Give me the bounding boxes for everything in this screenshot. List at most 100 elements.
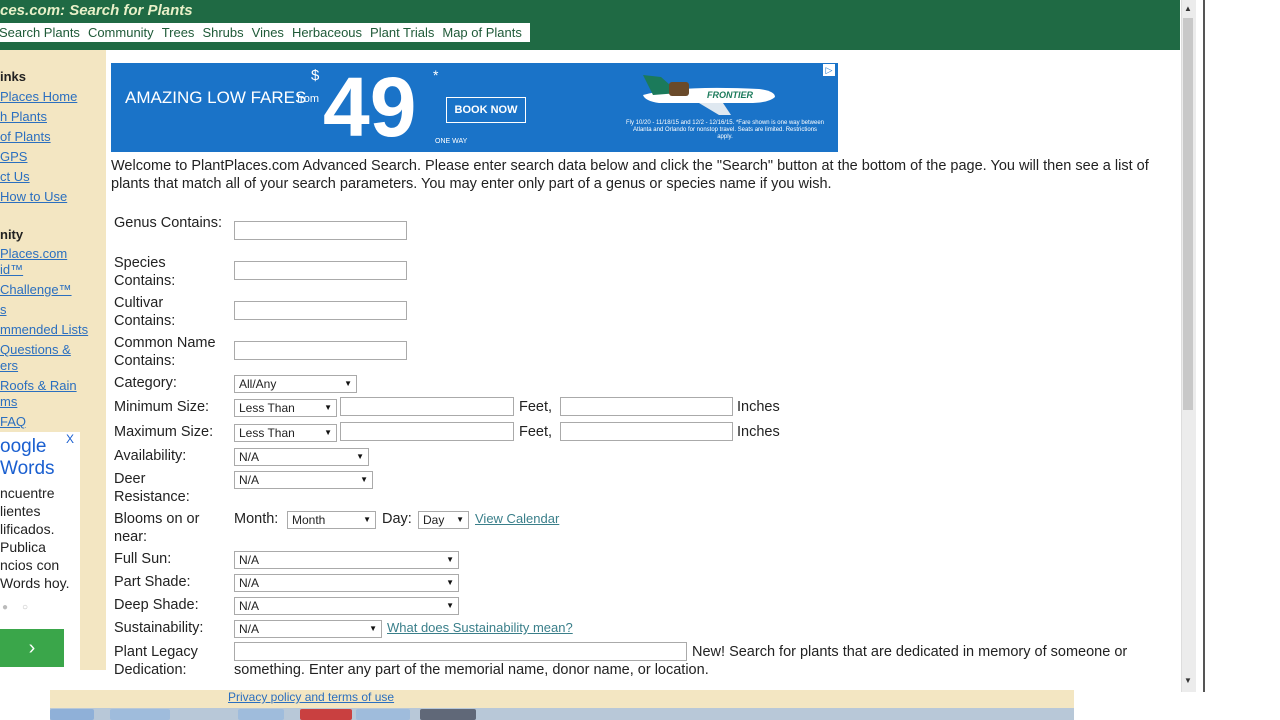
sidebar-link-map-plants[interactable]: of Plants (0, 129, 51, 145)
main-nav: Search Plants Community Trees Shrubs Vin… (0, 23, 530, 42)
nav-community[interactable]: Community (84, 23, 158, 42)
sidebar-link-gardens[interactable]: ms (0, 394, 17, 410)
genus-label: Genus Contains: (114, 215, 223, 231)
taskbar-app-icon[interactable] (238, 709, 284, 720)
banner-one-way: ONE WAY (435, 138, 468, 145)
max-size-inches-input[interactable] (560, 422, 733, 441)
dropdown-arrow-icon: ▼ (324, 403, 332, 412)
nav-herbaceous[interactable]: Herbaceous (288, 23, 366, 42)
common-name-input[interactable] (234, 341, 407, 360)
min-inches-label: Inches (737, 399, 780, 415)
nav-vines[interactable]: Vines (248, 23, 288, 42)
view-calendar-link[interactable]: View Calendar (475, 510, 559, 528)
frontier-banner-ad[interactable]: AMAZING LOW FARES from $ 49 * ONE WAY BO… (111, 63, 838, 152)
genus-input[interactable] (234, 221, 407, 240)
banner-asterisk: * (433, 67, 439, 83)
sidebar-link-faq[interactable]: FAQ (0, 414, 26, 430)
page-footer-strip: Privacy policy and terms of use (50, 690, 1074, 708)
site-header: ces.com: Search for Plants Search Plants… (0, 0, 1180, 50)
deep-shade-label: Deep Shade: (114, 597, 199, 613)
sidebar-link-recommended-lists[interactable]: mmended Lists (0, 322, 88, 338)
nav-search-plants[interactable]: Search Plants (0, 23, 84, 42)
category-select[interactable]: All/Any ▼ (234, 375, 357, 393)
sidebar-link-contact[interactable]: ct Us (0, 169, 30, 185)
min-size-inches-input[interactable] (560, 397, 733, 416)
month-label: Month: (234, 511, 279, 527)
sidebar-link-community-4[interactable]: s (0, 302, 7, 318)
dropdown-arrow-icon: ▼ (363, 515, 371, 524)
deer-resistance-label: Deer Resistance: (114, 471, 190, 505)
scroll-up-icon[interactable]: ▲ (1181, 2, 1195, 16)
dropdown-arrow-icon: ▼ (360, 475, 368, 484)
dropdown-arrow-icon: ▼ (456, 515, 464, 524)
sidebar-link-community-1[interactable]: Places.com (0, 246, 67, 262)
banner-price: 49 (323, 63, 417, 152)
dropdown-arrow-icon: ▼ (356, 452, 364, 461)
full-sun-select[interactable]: N/A ▼ (234, 551, 459, 569)
nav-plant-trials[interactable]: Plant Trials (366, 23, 438, 42)
google-adwords-ad[interactable]: oogle Words X ncuentre lientes lificados… (0, 432, 80, 670)
sidebar-link-roofs-rain[interactable]: Roofs & Rain (0, 378, 77, 394)
legacy-note: New! Search for plants that are dedicate… (234, 644, 1128, 678)
nav-trees[interactable]: Trees (158, 23, 199, 42)
sidebar-link-community-2[interactable]: id™ (0, 262, 23, 278)
ad-arrow-button[interactable]: › (0, 629, 64, 667)
sustainability-select[interactable]: N/A ▼ (234, 620, 382, 638)
min-size-feet-input[interactable] (340, 397, 514, 416)
browser-viewport: ces.com: Search for Plants Search Plants… (0, 0, 1205, 692)
species-input[interactable] (234, 261, 407, 280)
sustainability-info-link[interactable]: What does Sustainability mean? (387, 619, 573, 637)
day-label: Day: (382, 511, 412, 527)
airplane-icon: FRONTIER (643, 75, 775, 115)
sidebar-link-home[interactable]: Places Home (0, 89, 77, 105)
min-size-label: Minimum Size: (114, 399, 210, 415)
max-feet-label: Feet, (519, 424, 553, 440)
dropdown-arrow-icon: ▼ (446, 578, 454, 587)
start-button-icon[interactable] (50, 709, 94, 720)
day-select[interactable]: Day ▼ (418, 511, 469, 529)
taskbar-chrome-icon[interactable] (300, 709, 352, 720)
sidebar-link-answers[interactable]: ers (0, 358, 18, 374)
nav-shrubs[interactable]: Shrubs (198, 23, 247, 42)
banner-book-now-button[interactable]: BOOK NOW (446, 97, 526, 123)
sidebar-link-questions[interactable]: Questions & (0, 342, 71, 358)
part-shade-label: Part Shade: (114, 574, 191, 590)
cultivar-input[interactable] (234, 301, 407, 320)
cultivar-label: Cultivar Contains: (114, 295, 176, 329)
svg-text:FRONTIER: FRONTIER (707, 90, 753, 100)
dropdown-arrow-icon: ▼ (446, 555, 454, 564)
sidebar-link-gps[interactable]: GPS (0, 149, 27, 165)
nav-map-of-plants[interactable]: Map of Plants (438, 23, 526, 42)
deep-shade-select[interactable]: N/A ▼ (234, 597, 459, 615)
sidebar-links-heading: inks (0, 69, 27, 84)
sidebar-link-search-plants[interactable]: h Plants (0, 109, 47, 125)
availability-select[interactable]: N/A ▼ (234, 448, 369, 466)
min-size-operator-select[interactable]: Less Than ▼ (234, 399, 337, 417)
ad-close-icon[interactable]: X (66, 432, 74, 446)
dropdown-arrow-icon: ▼ (324, 428, 332, 437)
adchoices-icon[interactable]: ▷ (823, 64, 835, 76)
banner-from: from (297, 93, 319, 105)
taskbar-app-icon[interactable] (110, 709, 170, 720)
taskbar-app-icon[interactable] (356, 709, 410, 720)
scroll-down-icon[interactable]: ▼ (1181, 674, 1195, 688)
max-size-feet-input[interactable] (340, 422, 514, 441)
desktop-background (1205, 0, 1280, 720)
sustainability-label: Sustainability: (114, 620, 204, 636)
min-feet-label: Feet, (519, 399, 553, 415)
banner-fine-print: Fly 10/20 - 11/18/15 and 12/2 - 12/16/15… (625, 120, 824, 140)
sidebar-link-challenge[interactable]: Challenge™ (0, 282, 72, 298)
banner-currency: $ (311, 67, 320, 84)
blooms-label: Blooms on or near: (114, 511, 200, 545)
taskbar-app-icon[interactable] (420, 709, 476, 720)
sidebar-link-how-to-use[interactable]: How to Use (0, 189, 67, 205)
scrollbar-thumb[interactable] (1183, 18, 1193, 410)
privacy-link[interactable]: Privacy policy and terms of use (228, 690, 394, 704)
part-shade-select[interactable]: N/A ▼ (234, 574, 459, 592)
dropdown-arrow-icon: ▼ (369, 624, 377, 633)
ad-carousel-dots[interactable]: ●○ (2, 602, 42, 613)
max-size-operator-select[interactable]: Less Than ▼ (234, 424, 337, 442)
deer-resistance-select[interactable]: N/A ▼ (234, 471, 373, 489)
month-select[interactable]: Month ▼ (287, 511, 376, 529)
common-name-label: Common Name Contains: (114, 335, 216, 369)
